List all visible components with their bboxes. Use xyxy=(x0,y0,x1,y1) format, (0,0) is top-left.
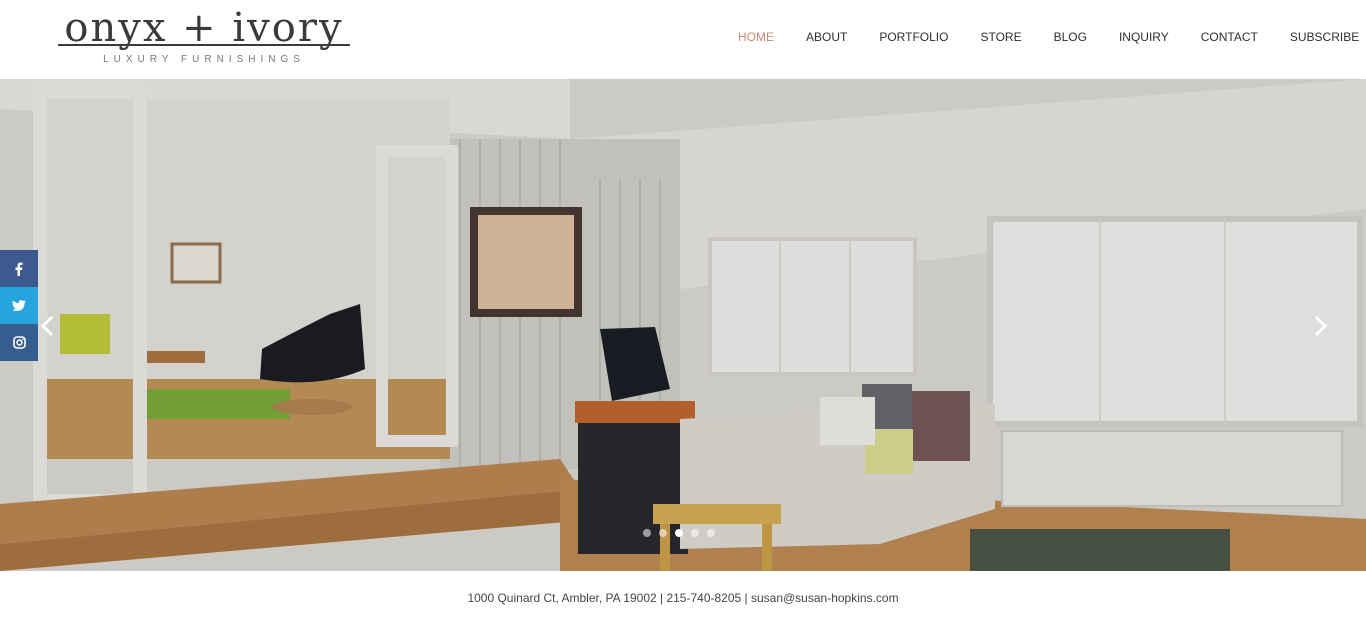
slider-dot[interactable] xyxy=(691,529,699,537)
slider-prev-button[interactable] xyxy=(36,312,60,340)
slider-dot[interactable] xyxy=(659,529,667,537)
nav-item-subscribe[interactable]: SUBSCRIBE xyxy=(1274,26,1366,48)
facebook-link[interactable] xyxy=(0,250,38,287)
nav-item-inquiry[interactable]: INQUIRY xyxy=(1103,26,1185,48)
nav-item-store[interactable]: STORE xyxy=(964,26,1037,48)
slider-dot[interactable] xyxy=(707,529,715,537)
facebook-icon xyxy=(15,262,23,276)
logo-tagline: LUXURY FURNISHINGS xyxy=(103,54,305,65)
slider-next-button[interactable] xyxy=(1308,312,1332,340)
hero-slide-image xyxy=(0,79,1366,571)
chevron-right-icon xyxy=(1314,315,1328,337)
nav-item-portfolio[interactable]: PORTFOLIO xyxy=(863,26,964,48)
chevron-left-icon xyxy=(40,315,54,337)
main-nav: HOME ABOUT PORTFOLIO STORE BLOG INQUIRY … xyxy=(722,26,1366,48)
slider-pagination xyxy=(643,529,715,537)
logo-rule xyxy=(58,44,350,46)
site-footer: 1000 Quinard Ct, Ambler, PA 19002 | 215-… xyxy=(0,571,1366,605)
social-sidebar xyxy=(0,250,38,361)
twitter-icon xyxy=(12,299,26,311)
site-logo[interactable]: onyx + ivory LUXURY FURNISHINGS xyxy=(58,6,350,68)
slider-dot[interactable] xyxy=(643,529,651,537)
nav-item-about[interactable]: ABOUT xyxy=(790,26,863,48)
hero-slider[interactable] xyxy=(0,79,1366,571)
twitter-link[interactable] xyxy=(0,287,38,324)
slide-overlay xyxy=(0,79,1366,571)
instagram-link[interactable] xyxy=(0,324,38,361)
nav-item-contact[interactable]: CONTACT xyxy=(1185,26,1274,48)
site-header: onyx + ivory LUXURY FURNISHINGS HOME ABO… xyxy=(0,0,1366,79)
footer-contact-info: 1000 Quinard Ct, Ambler, PA 19002 | 215-… xyxy=(467,591,899,605)
instagram-icon xyxy=(12,336,26,349)
nav-item-home[interactable]: HOME xyxy=(722,26,790,48)
slider-dot-active[interactable] xyxy=(675,529,683,537)
nav-item-blog[interactable]: BLOG xyxy=(1038,26,1103,48)
